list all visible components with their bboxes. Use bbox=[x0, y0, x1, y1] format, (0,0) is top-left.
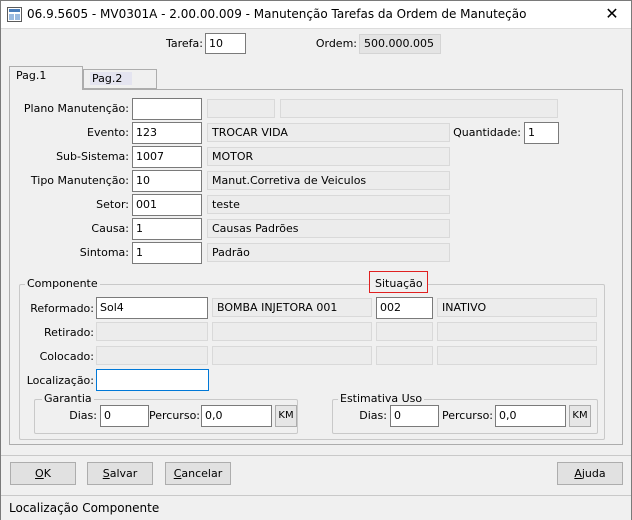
causa-field[interactable]: 1 bbox=[132, 218, 202, 240]
ajuda-label: juda bbox=[581, 467, 606, 480]
salvar-button[interactable]: Salvar bbox=[87, 462, 153, 485]
garantia-percurso-field[interactable]: 0,0 bbox=[201, 405, 272, 427]
evento-field[interactable]: 123 bbox=[132, 122, 202, 144]
tab-pag1[interactable]: Pag.1 bbox=[9, 66, 83, 90]
reformado-situacao-code[interactable]: 002 bbox=[376, 297, 433, 319]
garantia-dias-label: Dias: bbox=[69, 409, 97, 422]
estimativa-title: Estimativa Uso bbox=[338, 392, 425, 405]
colocado-situacao-code bbox=[376, 346, 433, 365]
cancelar-label: ancelar bbox=[181, 467, 223, 480]
tipo-field[interactable]: 10 bbox=[132, 170, 202, 192]
ok-mnemonic: O bbox=[35, 467, 44, 480]
situacao-title: Situação bbox=[375, 277, 423, 290]
evento-desc: TROCAR VIDA bbox=[207, 123, 450, 142]
plano-label: Plano Manutenção: bbox=[23, 102, 129, 115]
salvar-mnemonic: S bbox=[102, 467, 110, 480]
tab-pag1-label: Pag.1 bbox=[16, 69, 47, 82]
estimativa-dias-field[interactable]: 0 bbox=[390, 405, 439, 427]
tarefa-field[interactable]: 10 bbox=[205, 33, 246, 54]
ordem-field: 500.000.005 bbox=[359, 34, 441, 54]
estimativa-km-button[interactable]: KM bbox=[569, 405, 591, 427]
ajuda-button[interactable]: Ajuda bbox=[557, 462, 623, 485]
causa-desc: Causas Padrões bbox=[207, 219, 450, 238]
garantia-percurso-label: Percurso: bbox=[149, 409, 200, 422]
app-icon bbox=[7, 7, 22, 22]
quantidade-label: Quantidade: bbox=[453, 126, 521, 139]
subsistema-field[interactable]: 1007 bbox=[132, 146, 202, 168]
plano-field[interactable] bbox=[132, 98, 202, 120]
subsistema-label: Sub-Sistema: bbox=[56, 150, 129, 163]
retirado-field bbox=[96, 322, 208, 341]
reformado-field[interactable]: Sol4 bbox=[96, 297, 208, 319]
colocado-desc bbox=[212, 346, 372, 365]
subsistema-desc: MOTOR bbox=[207, 147, 450, 166]
quantidade-field[interactable]: 1 bbox=[524, 122, 559, 144]
window-title: 06.9.5605 - MV0301A - 2.00.00.009 - Manu… bbox=[27, 7, 527, 21]
setor-label: Setor: bbox=[96, 198, 129, 211]
tarefa-label: Tarefa: bbox=[165, 37, 203, 50]
tipo-label: Tipo Manutenção: bbox=[30, 174, 129, 187]
estimativa-percurso-field[interactable]: 0,0 bbox=[495, 405, 566, 427]
close-icon[interactable]: ✕ bbox=[599, 3, 625, 25]
status-bar: Localização Componente bbox=[1, 495, 631, 520]
causa-label: Causa: bbox=[91, 222, 129, 235]
retirado-situacao-code bbox=[376, 322, 433, 341]
garantia-title: Garantia bbox=[42, 392, 94, 405]
garantia-dias-field[interactable]: 0 bbox=[100, 405, 149, 427]
dialog-window: 06.9.5605 - MV0301A - 2.00.00.009 - Manu… bbox=[0, 0, 632, 520]
situacao-highlight-box: Situação bbox=[369, 271, 428, 293]
reformado-situacao-desc: INATIVO bbox=[437, 298, 597, 317]
estimativa-dias-label: Dias: bbox=[359, 409, 387, 422]
sintoma-field[interactable]: 1 bbox=[132, 242, 202, 264]
ajuda-mnemonic: A bbox=[574, 467, 582, 480]
retirado-situacao-desc bbox=[437, 322, 597, 341]
setor-field[interactable]: 001 bbox=[132, 194, 202, 216]
status-text: Localização Componente bbox=[9, 501, 160, 515]
retirado-desc bbox=[212, 322, 372, 341]
plano-desc2 bbox=[280, 99, 558, 118]
tab-pag2-label: Pag.2 bbox=[90, 72, 133, 85]
title-bar: 06.9.5605 - MV0301A - 2.00.00.009 - Manu… bbox=[1, 1, 631, 29]
tipo-desc: Manut.Corretiva de Veiculos bbox=[207, 171, 450, 190]
colocado-label: Colocado: bbox=[39, 350, 94, 363]
evento-label: Evento: bbox=[87, 126, 129, 139]
sintoma-label: Sintoma: bbox=[79, 246, 129, 259]
reformado-desc: BOMBA INJETORA 001 bbox=[212, 298, 372, 317]
ok-button[interactable]: OK bbox=[10, 462, 76, 485]
sintoma-desc: Padrão bbox=[207, 243, 450, 262]
reformado-label: Reformado: bbox=[30, 302, 94, 315]
setor-desc: teste bbox=[207, 195, 450, 214]
plano-desc1 bbox=[207, 99, 275, 118]
ok-label: K bbox=[43, 467, 51, 480]
localizacao-label: Localização: bbox=[26, 374, 94, 387]
garantia-km-button[interactable]: KM bbox=[275, 405, 297, 427]
ordem-label: Ordem: bbox=[315, 37, 357, 50]
colocado-situacao-desc bbox=[437, 346, 597, 365]
tab-pag2[interactable]: Pag.2 bbox=[83, 69, 157, 89]
button-bar-separator bbox=[1, 455, 631, 456]
componente-title: Componente bbox=[25, 277, 100, 290]
estimativa-percurso-label: Percurso: bbox=[442, 409, 493, 422]
localizacao-field[interactable] bbox=[96, 369, 209, 391]
colocado-field bbox=[96, 346, 208, 365]
salvar-label: alvar bbox=[109, 467, 138, 480]
cancelar-button[interactable]: Cancelar bbox=[165, 462, 231, 485]
retirado-label: Retirado: bbox=[44, 326, 94, 339]
